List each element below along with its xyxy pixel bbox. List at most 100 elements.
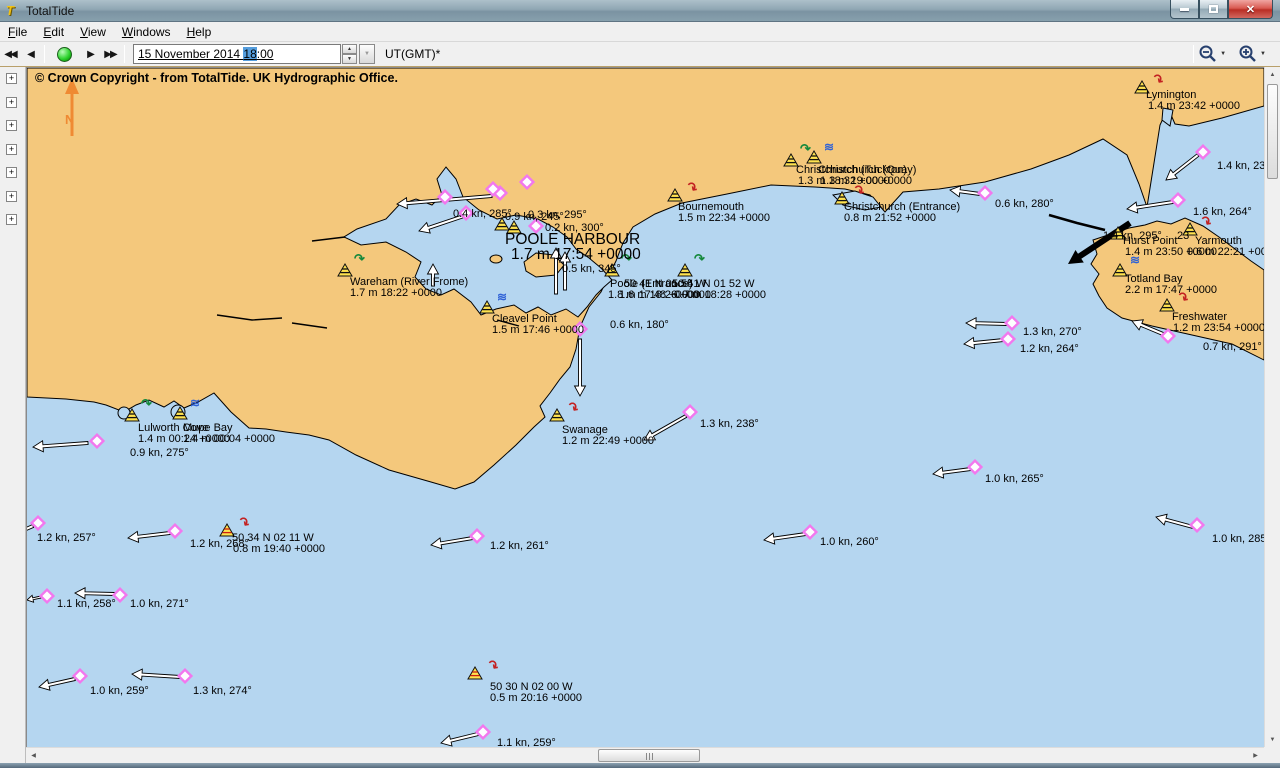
toolbar: ◀◀ ◀ ▶ ▶▶ 15 November 2014 18:00 ▲ ▼ ▼ U… bbox=[0, 42, 1280, 67]
datetime-value: 15 November 2014 18:00 bbox=[138, 47, 273, 61]
current-speed-label: 0.3 kn, 295° bbox=[528, 209, 587, 221]
vertical-scroll-thumb[interactable] bbox=[1267, 84, 1278, 179]
green-curl-icon: ↷ bbox=[141, 396, 152, 411]
zoom-in-icon[interactable] bbox=[1238, 44, 1258, 64]
station-value-label: 0.8 m 19:40 +0000 bbox=[233, 543, 325, 555]
current-speed-label: 1.3 kn, 270° bbox=[1023, 326, 1082, 338]
waves-icon: ≋ bbox=[497, 290, 507, 304]
station-tree-panel: + + + + + + + bbox=[0, 67, 26, 763]
scroll-left-arrow[interactable]: ◀ bbox=[26, 748, 41, 763]
vertical-scrollbar[interactable]: ▲ ▼ bbox=[1264, 67, 1280, 747]
station-value-label: 1.2 m 22:49 +0000 bbox=[562, 435, 654, 447]
window-title: TotalTide bbox=[26, 4, 74, 18]
current-speed-label: 23 bbox=[1177, 230, 1189, 242]
maximize-icon bbox=[1209, 5, 1218, 13]
current-speed-label: 1.0 kn, 265° bbox=[985, 473, 1044, 485]
time-spin-down-button[interactable]: ▼ bbox=[342, 54, 357, 64]
app-logo-icon: T bbox=[6, 4, 20, 18]
station-value-label: 1.4 m 23:42 +0000 bbox=[1148, 100, 1240, 112]
scrollbar-corner bbox=[1264, 747, 1280, 763]
toolbar-separator bbox=[1193, 45, 1194, 63]
maximize-button[interactable] bbox=[1199, 0, 1228, 19]
tree-expander[interactable]: + bbox=[6, 73, 17, 84]
chart-map-container[interactable]: N © Crown Copyright - from TotalTide. UK… bbox=[26, 67, 1264, 747]
totaltide-window: T TotalTide ✕ FileEditViewWindowsHelp ◀◀… bbox=[0, 0, 1280, 768]
current-speed-label: 1.4 kn, 23 bbox=[1217, 160, 1264, 172]
horizontal-scrollbar[interactable]: ◀ ▶ bbox=[26, 747, 1264, 763]
menu-edit[interactable]: Edit bbox=[35, 23, 72, 41]
current-speed-label: 1.6 kn, 264° bbox=[1193, 206, 1252, 218]
menu-windows[interactable]: Windows bbox=[114, 23, 179, 41]
current-speed-label: 1.3 kn, 238° bbox=[700, 418, 759, 430]
current-speed-label: 0.9 kn, 275° bbox=[130, 447, 189, 459]
title-bar[interactable]: T TotalTide ✕ bbox=[0, 0, 1280, 22]
datetime-input[interactable]: 15 November 2014 18:00 bbox=[133, 44, 341, 64]
tidal-chart-map[interactable]: N © Crown Copyright - from TotalTide. UK… bbox=[27, 68, 1264, 747]
next-step-button[interactable]: ▶ bbox=[81, 44, 99, 64]
station-value-label: 1.7 m 17:54 +0000 bbox=[511, 246, 641, 263]
station-value-label: 1.4 m 00:04 +0000 bbox=[183, 433, 275, 445]
current-speed-label: 1.0 kn, 285° bbox=[1212, 533, 1264, 545]
current-speed-label: 1.3 kn, 274° bbox=[193, 685, 252, 697]
station-value-label: 0.7 m 18:28 +0000 bbox=[674, 289, 766, 301]
horizontal-scroll-thumb[interactable] bbox=[598, 749, 700, 762]
tree-expander[interactable]: + bbox=[6, 97, 17, 108]
now-button-green-light-icon[interactable] bbox=[57, 47, 72, 62]
tree-expander[interactable]: + bbox=[6, 167, 17, 178]
tree-expander[interactable]: + bbox=[6, 191, 17, 202]
menu-help[interactable]: Help bbox=[179, 23, 220, 41]
current-speed-label: 1.0 kn, 271° bbox=[130, 598, 189, 610]
station-value-label: 0.5 m 20:16 +0000 bbox=[490, 692, 582, 704]
selected-hour: 18 bbox=[243, 47, 256, 61]
minimize-button[interactable] bbox=[1170, 0, 1199, 19]
menu-bar: FileEditViewWindowsHelp bbox=[0, 22, 1280, 42]
svg-text:N: N bbox=[65, 112, 74, 127]
close-button[interactable]: ✕ bbox=[1228, 0, 1273, 19]
close-icon: ✕ bbox=[1246, 3, 1255, 16]
zoom-out-icon[interactable] bbox=[1198, 44, 1218, 64]
waves-icon: ≋ bbox=[824, 140, 834, 154]
scroll-down-arrow[interactable]: ▼ bbox=[1265, 732, 1280, 747]
station-value-label: 0.6 m 22:21 +0000 bbox=[1187, 246, 1264, 258]
station-value-label: 1.5 m 22:34 +0000 bbox=[678, 212, 770, 224]
harbour-island bbox=[490, 255, 502, 263]
station-value-label: 1.7 m 18:22 +0000 bbox=[350, 287, 442, 299]
current-speed-label: 1.2 kn, 264° bbox=[1020, 343, 1079, 355]
current-speed-label: 0.7 kn, 291° bbox=[1203, 341, 1262, 353]
current-speed-label: 1.0 kn, 260° bbox=[820, 536, 879, 548]
window-bottom-frame bbox=[0, 763, 1280, 768]
station-value-label: 1.2 m 23:54 +0000 bbox=[1173, 322, 1264, 334]
tree-expander[interactable]: + bbox=[6, 120, 17, 131]
toolbar-separator bbox=[44, 45, 45, 63]
current-speed-label: 1.2 kn, 257° bbox=[37, 532, 96, 544]
menu-view[interactable]: View bbox=[72, 23, 114, 41]
station-value-label: 1.5 m 17:46 +0000 bbox=[492, 324, 584, 336]
main-area: + + + + + + + bbox=[0, 67, 1280, 768]
menu-file[interactable]: File bbox=[0, 23, 35, 41]
current-speed-label: 1.1 kn, 258° bbox=[57, 598, 116, 610]
tree-expander[interactable]: + bbox=[6, 144, 17, 155]
current-speed-label: 0.5 kn, 345° bbox=[562, 263, 621, 275]
current-speed-label: 1.2 kn, 261° bbox=[490, 540, 549, 552]
green-curl-icon: ↷ bbox=[800, 141, 811, 156]
previous-step-button[interactable]: ◀ bbox=[21, 44, 39, 64]
current-speed-label: 1.0 kn, 259° bbox=[90, 685, 149, 697]
time-spin-up-button[interactable]: ▲ bbox=[342, 44, 357, 54]
first-step-button[interactable]: ◀◀ bbox=[1, 44, 19, 64]
toolbar-separator bbox=[124, 45, 125, 63]
scroll-up-arrow[interactable]: ▲ bbox=[1265, 67, 1280, 82]
green-curl-icon: ↷ bbox=[694, 251, 705, 266]
scroll-right-arrow[interactable]: ▶ bbox=[1248, 748, 1263, 763]
station-value-label: 1.3 m 19:00 +0000 bbox=[820, 175, 912, 187]
last-step-button[interactable]: ▶▶ bbox=[101, 44, 119, 64]
current-speed-label: 0.6 kn, 280° bbox=[995, 198, 1054, 210]
current-speed-label: 0.4 kn, 285° bbox=[453, 208, 512, 220]
zoom-out-caret[interactable]: ▼ bbox=[1220, 51, 1226, 57]
station-value-label: 0.8 m 21:52 +0000 bbox=[844, 212, 936, 224]
zoom-in-caret[interactable]: ▼ bbox=[1260, 51, 1266, 57]
copyright-notice: © Crown Copyright - from TotalTide. UK H… bbox=[35, 71, 398, 85]
green-curl-icon: ↷ bbox=[354, 251, 365, 266]
tree-expander[interactable]: + bbox=[6, 214, 17, 225]
datetime-dropdown-button[interactable]: ▼ bbox=[359, 44, 375, 64]
waves-icon: ≋ bbox=[190, 396, 200, 410]
